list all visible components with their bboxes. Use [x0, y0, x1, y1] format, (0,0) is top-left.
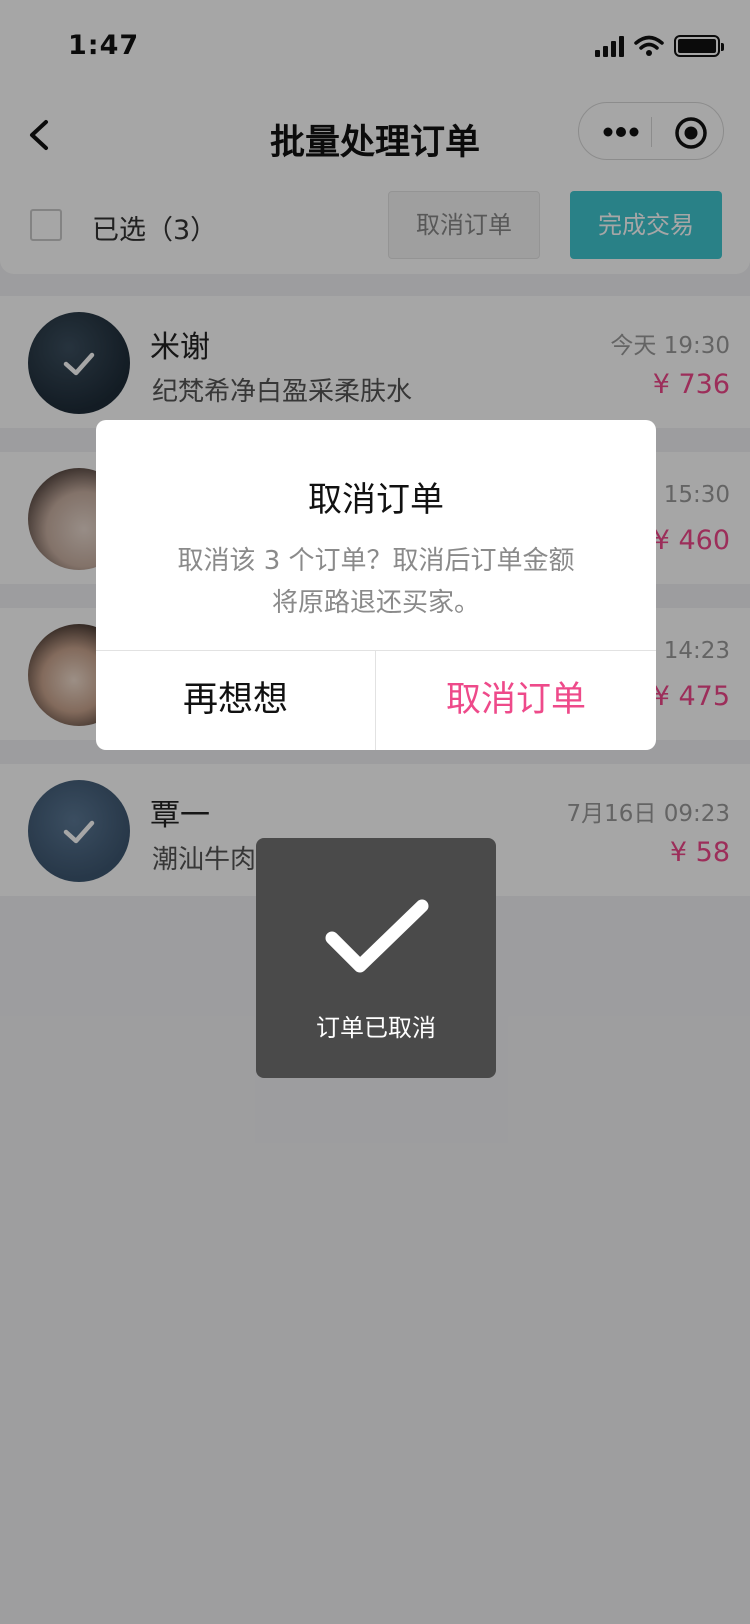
dialog-message-line: 取消该 3 个订单？取消后订单金额 — [177, 546, 575, 576]
confirm-cancel-button[interactable]: 取消订单 — [376, 651, 656, 750]
toast-message: 订单已取消 — [316, 1014, 436, 1042]
checkmark-icon — [325, 899, 429, 973]
dialog-message-line: 将原路退还买家。 — [271, 588, 480, 618]
dialog-title: 取消订单 — [308, 480, 444, 520]
modal-mask — [0, 0, 750, 1624]
reconsider-button[interactable]: 再想想 — [96, 651, 375, 750]
cancel-order-dialog: 取消订单 取消该 3 个订单？取消后订单金额 将原路退还买家。 再想想 取消订单 — [96, 420, 656, 750]
success-toast: 订单已取消 — [256, 838, 496, 1078]
dialog-message: 取消该 3 个订单？取消后订单金额 将原路退还买家。 — [136, 540, 616, 624]
